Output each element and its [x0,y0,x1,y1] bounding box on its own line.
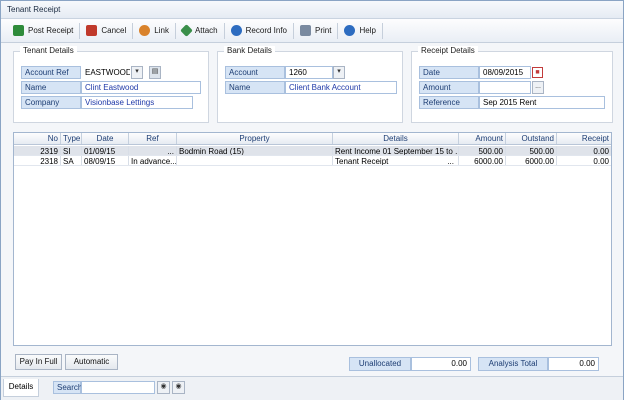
cell-amount: 500.00 [459,146,506,155]
bank-name-label: Name [225,81,285,94]
toolbar-separator [381,22,383,39]
record-info-label: Record Info [245,26,287,35]
unallocated-value: 0.00 [411,357,471,371]
search-label: Search [53,381,82,394]
header-no[interactable]: No [14,133,61,144]
company-label: Company [21,96,81,109]
bottom-bar: Details Search ◉ ◉ [1,376,623,400]
automatic-button[interactable]: Automatic [65,354,118,370]
record-info-icon [230,25,242,36]
cell-outstand: 500.00 [506,146,557,155]
bank-details-legend: Bank Details [224,46,275,55]
account-lookup-icon[interactable]: ▤ [149,66,161,79]
post-receipt-button[interactable]: Post Receipt [7,21,79,41]
receipt-details-legend: Receipt Details [418,46,478,55]
table-row[interactable]: 2318 SA 08/09/15 In advance... Tenant Re… [14,156,611,166]
help-label: Help [359,26,376,35]
cell-receipt[interactable]: 0.00 [557,156,611,165]
post-receipt-label: Post Receipt [28,26,74,35]
calendar-icon[interactable]: ■ [532,67,543,78]
bank-account-label: Account [225,66,285,79]
header-ref[interactable]: Ref [129,133,177,144]
company-field[interactable]: Visionbase Lettings [81,96,193,109]
toolbar: Post Receipt Cancel Link Attach Record I… [1,19,623,43]
bank-account-field[interactable]: 1260 [285,66,333,79]
reference-label: Reference [419,96,479,109]
table-row[interactable]: 2319 SI 01/09/15 ... Bodmin Road (15) Re… [14,146,611,156]
cell-date: 01/09/15 [82,146,129,155]
cancel-label: Cancel [101,26,127,35]
grid-header: No Type Date Ref Property Details Amount… [14,133,611,145]
header-property[interactable]: Property [177,133,333,144]
tenant-details-group: Tenant Details Account Ref EASTWOOD ▾ ▤ … [13,46,209,123]
bank-name-field[interactable]: Client Bank Account [285,81,397,94]
amount-field[interactable] [479,81,531,94]
print-label: Print [315,26,332,35]
window-title: Tenant Receipt [1,1,623,19]
chevron-down-icon: ▾ [337,68,341,75]
header-type[interactable]: Type [61,133,82,144]
header-date[interactable]: Date [82,133,129,144]
tab-details[interactable]: Details [3,379,39,397]
cell-outstand: 6000.00 [506,156,557,165]
tenant-name-field[interactable]: Clint Eastwood [81,81,201,94]
print-icon [300,25,311,36]
cell-details: Rent Income 01 September 15 to ... [335,146,459,155]
link-label: Link [154,26,169,35]
tenant-details-legend: Tenant Details [20,46,77,55]
account-ref-label: Account Ref [21,66,81,79]
post-receipt-icon [13,25,24,36]
cell-details: Tenant Receipt ... [333,156,459,165]
header-amount[interactable]: Amount [459,133,506,144]
date-field[interactable]: 08/09/2015 [479,66,531,79]
help-icon [344,25,356,36]
cell-property [177,156,333,165]
pay-in-full-button[interactable]: Pay In Full [15,354,62,370]
amount-ellipsis-button[interactable]: ... [532,81,544,94]
link-button[interactable]: Link [133,21,175,41]
analysis-total-value: 0.00 [548,357,599,371]
analysis-total-label: Analysis Total [478,357,548,371]
cancel-button[interactable]: Cancel [80,21,132,41]
print-button[interactable]: Print [294,21,337,41]
cell-no: 2318 [14,156,61,165]
search-input[interactable] [81,381,155,394]
link-icon [139,25,151,36]
reference-field[interactable]: Sep 2015 Rent [479,96,605,109]
header-outstand[interactable]: Outstand [506,133,557,144]
header-receipt[interactable]: Receipt [557,133,611,144]
attach-label: Attach [194,26,218,35]
transactions-grid: No Type Date Ref Property Details Amount… [13,132,612,346]
unallocated-label: Unallocated [349,357,411,371]
cell-type: SA [61,156,82,165]
tenant-receipt-window: Tenant Receipt Post Receipt Cancel Link … [0,0,624,400]
cell-date: 08/09/15 [82,156,129,165]
clear-search-icon[interactable]: ◉ [172,381,185,394]
help-button[interactable]: Help [338,21,381,41]
amount-label: Amount [419,81,479,94]
cell-amount: 6000.00 [459,156,506,165]
cell-receipt[interactable]: 0.00 [557,146,611,155]
attach-icon [180,24,193,37]
receipt-details-group: Receipt Details Date 08/09/2015 ■ Amount… [411,46,613,123]
bank-details-group: Bank Details Account 1260 ▾ Name Client … [217,46,403,123]
cell-type: SI [61,146,82,155]
date-label: Date [419,66,479,79]
cell-details-text: Tenant Receipt [335,157,389,165]
record-info-button[interactable]: Record Info [225,21,293,41]
cell-ref: ... [129,146,177,155]
attach-button[interactable]: Attach [176,21,224,41]
chevron-down-icon: ▾ [135,68,139,75]
cell-property: Bodmin Road (15) [177,146,333,155]
search-binoculars-icon[interactable]: ◉ [157,381,170,394]
tenant-name-label: Name [21,81,81,94]
header-details[interactable]: Details [333,133,459,144]
account-ref-field[interactable]: EASTWOOD [81,66,131,79]
bank-account-dropdown[interactable]: ▾ [333,66,345,79]
cell-no: 2319 [14,146,61,155]
account-ref-dropdown[interactable]: ▾ [131,66,143,79]
cell-ref: In advance... [131,156,177,165]
cancel-icon [86,25,98,36]
cell-details-more: ... [447,157,454,165]
